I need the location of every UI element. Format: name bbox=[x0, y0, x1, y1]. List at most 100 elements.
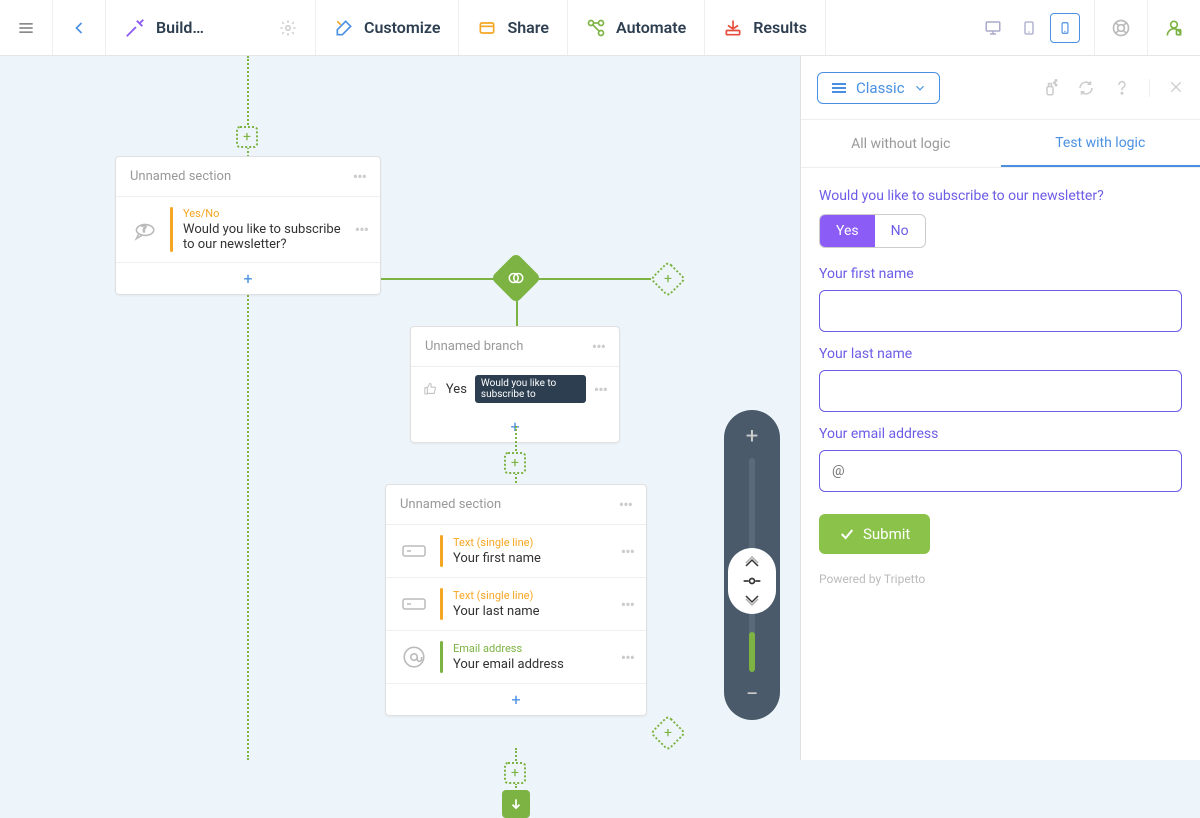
flow-canvas[interactable]: + Unnamed section ••• ? Yes/No Would you… bbox=[0, 56, 800, 760]
mobile-icon bbox=[1058, 19, 1072, 37]
section-node-2[interactable]: Unnamed section ••• Text (single line) Y… bbox=[385, 484, 647, 716]
powered-by: Powered by Tripetto bbox=[819, 572, 1182, 586]
customize-icon bbox=[334, 18, 354, 38]
preview-panel: Classic All without logic Test with logi… bbox=[800, 56, 1200, 760]
yesno-group: Yes No bbox=[819, 214, 926, 248]
condition-menu-button[interactable]: ••• bbox=[594, 380, 607, 399]
firstname-label: Your first name bbox=[819, 266, 1182, 282]
chevron-down-icon bbox=[743, 592, 761, 606]
field-menu-button[interactable]: ••• bbox=[621, 595, 634, 614]
tab-customize-label: Customize bbox=[364, 18, 440, 37]
preview-help-button[interactable] bbox=[1113, 79, 1131, 97]
preview-mode-select[interactable]: Classic bbox=[817, 72, 940, 104]
spray-button[interactable] bbox=[1041, 79, 1059, 97]
branch-condition-row[interactable]: Yes Would you like to subscribe to ••• bbox=[411, 367, 619, 411]
branch-cond-chip: Would you like to subscribe to bbox=[475, 375, 586, 403]
branch-filter-icon bbox=[507, 269, 525, 287]
refresh-button[interactable] bbox=[1077, 79, 1095, 97]
firstname-input[interactable] bbox=[819, 290, 1182, 332]
option-no[interactable]: No bbox=[875, 215, 925, 247]
field-menu-button[interactable]: ••• bbox=[621, 648, 634, 667]
tablet-icon bbox=[1021, 19, 1037, 37]
add-node-button[interactable]: + bbox=[504, 452, 526, 474]
build-icon bbox=[124, 17, 146, 39]
add-node-button[interactable]: + bbox=[504, 762, 526, 784]
tab-automate-label: Automate bbox=[616, 18, 686, 37]
user-icon bbox=[1164, 18, 1184, 38]
question-row[interactable]: ? Yes/No Would you like to subscribe to … bbox=[116, 197, 380, 263]
branch-menu-button[interactable]: ••• bbox=[592, 337, 605, 356]
field-label: Your first name bbox=[453, 551, 611, 566]
tab-customize[interactable]: Customize bbox=[316, 0, 459, 55]
menu-button[interactable] bbox=[0, 0, 53, 55]
tab-automate[interactable]: Automate bbox=[568, 0, 705, 55]
option-yes[interactable]: Yes bbox=[820, 215, 875, 247]
section-menu-button[interactable]: ••• bbox=[353, 167, 366, 186]
lifebuoy-icon bbox=[1111, 18, 1131, 38]
field-type: Text (single line) bbox=[453, 536, 611, 549]
arrow-down-icon bbox=[509, 797, 523, 811]
add-question-button[interactable]: + bbox=[116, 263, 380, 294]
text-field-icon bbox=[398, 588, 430, 620]
question-label: Would you like to subscribe to our newsl… bbox=[819, 188, 1182, 204]
email-input[interactable] bbox=[819, 450, 1182, 492]
section-node-1[interactable]: Unnamed section ••• ? Yes/No Would you l… bbox=[115, 156, 381, 295]
add-node-button[interactable]: + bbox=[236, 126, 258, 148]
tab-test-with-logic[interactable]: Test with logic bbox=[1001, 120, 1200, 167]
zoom-track[interactable] bbox=[749, 458, 755, 672]
question-type: Yes/No bbox=[183, 207, 345, 220]
tab-share[interactable]: Share bbox=[459, 0, 568, 55]
tab-all-without-logic[interactable]: All without logic bbox=[801, 120, 1001, 167]
section-menu-button[interactable]: ••• bbox=[619, 495, 632, 514]
device-preview-group bbox=[964, 0, 1095, 55]
field-menu-button[interactable]: ••• bbox=[621, 542, 634, 561]
hamburger-icon bbox=[16, 18, 36, 38]
zoom-level-icon bbox=[742, 576, 762, 586]
chevron-down-icon bbox=[913, 81, 927, 95]
text-field-icon bbox=[398, 535, 430, 567]
classic-mode-icon bbox=[830, 81, 848, 95]
field-row[interactable]: Email address Your email address ••• bbox=[386, 631, 646, 684]
spray-icon bbox=[1041, 79, 1059, 97]
back-button[interactable] bbox=[53, 0, 106, 55]
tab-build[interactable]: Build… bbox=[106, 0, 316, 55]
submit-button[interactable]: Submit bbox=[819, 514, 930, 554]
chevron-left-icon bbox=[69, 18, 89, 38]
gear-icon[interactable] bbox=[279, 19, 297, 37]
zoom-in-button[interactable]: + bbox=[746, 424, 758, 448]
connector-line bbox=[516, 296, 518, 326]
question-icon: ? bbox=[128, 214, 160, 246]
close-preview-button[interactable] bbox=[1149, 79, 1184, 97]
question-menu-button[interactable]: ••• bbox=[355, 220, 368, 239]
add-branch-button[interactable]: + bbox=[650, 261, 687, 298]
zoom-control: + − bbox=[724, 410, 780, 720]
chevron-up-icon bbox=[743, 556, 761, 570]
tablet-preview-button[interactable] bbox=[1014, 13, 1044, 43]
field-row[interactable]: Text (single line) Your first name ••• bbox=[386, 525, 646, 578]
top-toolbar: Build… Customize Share Automate Results bbox=[0, 0, 1200, 56]
branch-cond-value: Yes bbox=[446, 382, 467, 397]
field-type: Text (single line) bbox=[453, 589, 611, 602]
lastname-input[interactable] bbox=[819, 370, 1182, 412]
email-icon bbox=[398, 641, 430, 673]
mobile-preview-button[interactable] bbox=[1050, 13, 1080, 43]
close-icon bbox=[1168, 79, 1184, 95]
account-button[interactable] bbox=[1148, 0, 1200, 55]
tab-results[interactable]: Results bbox=[705, 0, 826, 55]
add-field-button[interactable]: + bbox=[386, 684, 646, 715]
svg-text:?: ? bbox=[142, 224, 147, 235]
help-button[interactable] bbox=[1095, 0, 1148, 55]
section-title: Unnamed section bbox=[400, 497, 501, 512]
results-icon bbox=[723, 18, 743, 38]
question-text: Would you like to subscribe to our newsl… bbox=[183, 222, 345, 252]
tab-results-label: Results bbox=[753, 18, 807, 37]
thumbs-up-icon bbox=[423, 379, 438, 399]
zoom-thumb[interactable] bbox=[728, 548, 776, 614]
flow-end-node[interactable] bbox=[502, 790, 530, 818]
field-row[interactable]: Text (single line) Your last name ••• bbox=[386, 578, 646, 631]
lastname-label: Your last name bbox=[819, 346, 1182, 362]
zoom-out-button[interactable]: − bbox=[746, 682, 759, 706]
add-branch-button[interactable]: + bbox=[650, 715, 687, 752]
desktop-preview-button[interactable] bbox=[978, 13, 1008, 43]
branch-title: Unnamed branch bbox=[425, 339, 523, 354]
